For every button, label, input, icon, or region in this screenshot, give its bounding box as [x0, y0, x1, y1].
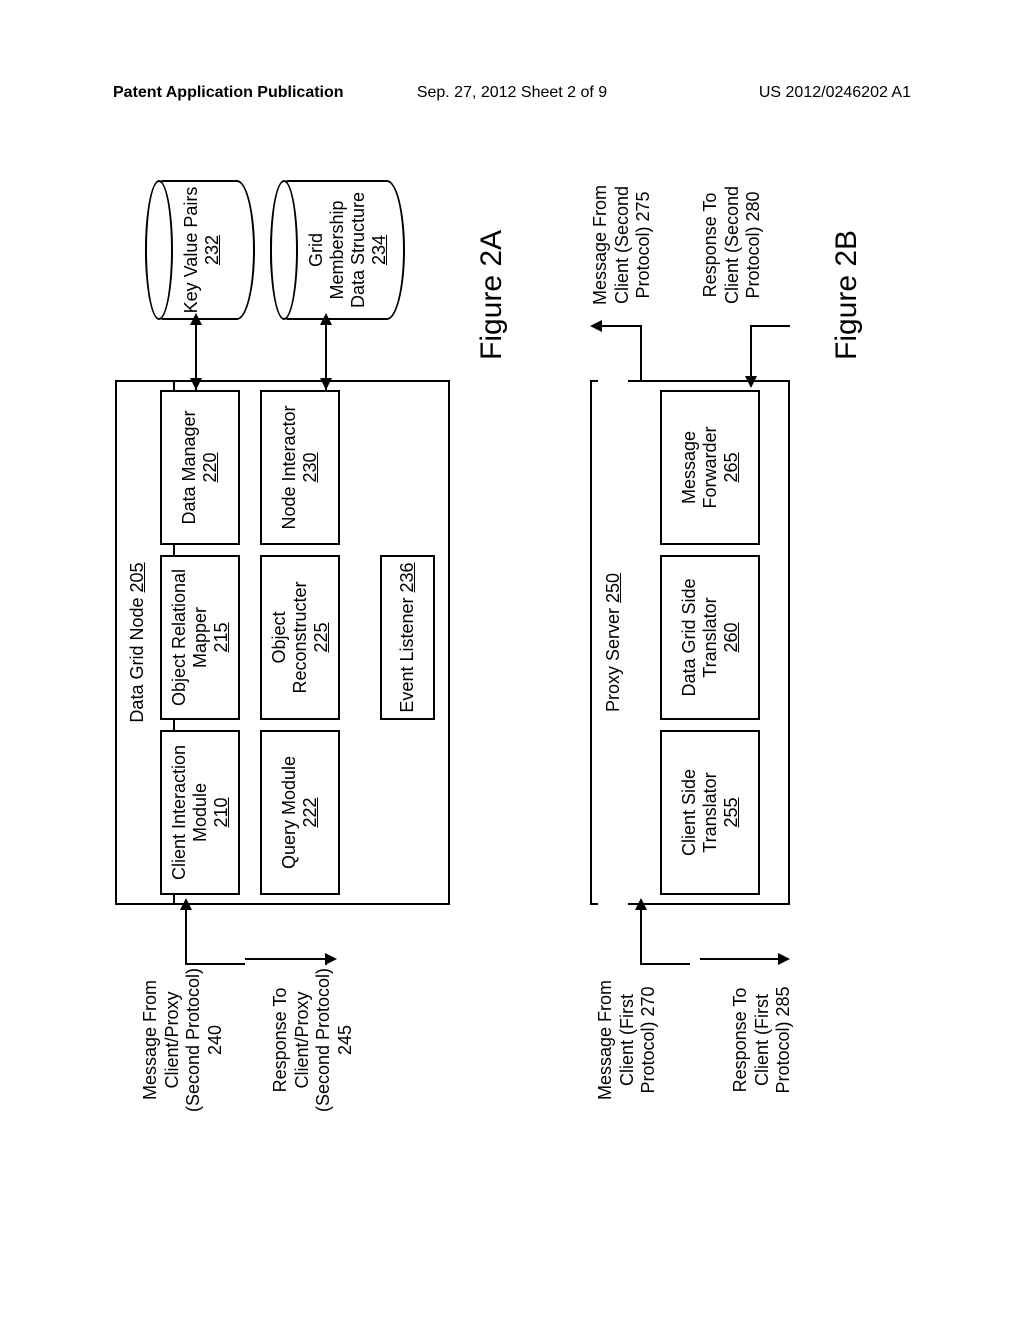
diagram-area: Data Grid Node 205 Client Interaction Mo…: [37, 233, 987, 1057]
arrow-head-icon: [325, 953, 337, 965]
data-manager-box: Data Manager 220: [160, 390, 240, 545]
arrow-figb-right-in-v: [750, 325, 790, 327]
arrow-head-icon: [180, 898, 192, 910]
arrow-resp-v: [245, 958, 327, 960]
page-header: Patent Application Publication Sep. 27, …: [0, 84, 1024, 108]
arrow-figb-left-in-v: [640, 963, 690, 965]
message-forwarder-box: Message Forwarder 265: [660, 390, 760, 545]
arrow-figb-left-in: [640, 905, 642, 965]
msg-from-client-proxy: Message From Client/Proxy (Second Protoc…: [140, 965, 226, 1115]
arrow-head-icon: [745, 376, 757, 388]
data-grid-side-translator-box: Data Grid Side Translator 260: [660, 555, 760, 720]
proxy-title: Proxy Server 250: [598, 380, 628, 905]
object-reconstructer-box: Object Reconstructer 225: [260, 555, 340, 720]
resp-to-client-second: Response To Client (Second Protocol) 280: [700, 170, 765, 320]
arrow-figb-right-in: [750, 325, 752, 380]
kv-storage: Key Value Pairs 232: [145, 180, 255, 320]
query-module-box: Query Module 222: [260, 730, 340, 895]
header-right: US 2012/0246202 A1: [759, 84, 911, 102]
arrow-head-icon: [590, 320, 602, 332]
arrow-head-icon: [190, 378, 202, 390]
arrow-head-icon: [320, 378, 332, 390]
client-interaction-box: Client Interaction Module 210: [160, 730, 240, 895]
arrow-msg-in-v: [185, 963, 245, 965]
msg-from-client-first: Message From Client (First Protocol) 270: [595, 965, 660, 1115]
arrow-figb-right-out-v: [600, 325, 642, 327]
resp-to-client-first: Response To Client (First Protocol) 285: [730, 965, 795, 1115]
arrow-figb-right-out: [640, 325, 642, 380]
event-listener-box: Event Listener 236: [380, 555, 435, 720]
orm-box: Object Relational Mapper 215: [160, 555, 240, 720]
node-interactor-box: Node Interactor 230: [260, 390, 340, 545]
arrow-head-icon: [778, 953, 790, 965]
grid-storage: Grid Membership Data Structure234: [270, 180, 405, 320]
arrow-head-icon: [190, 313, 202, 325]
figure-2b-label: Figure 2B: [830, 230, 864, 360]
resp-to-client-proxy: Response To Client/Proxy (Second Protoco…: [270, 965, 356, 1115]
arrow-msg-in: [185, 905, 187, 965]
arrow-head-icon: [320, 313, 332, 325]
client-side-translator-box: Client Side Translator 255: [660, 730, 760, 895]
arrow-figb-left-out-v: [700, 958, 780, 960]
figure-2a-label: Figure 2A: [475, 230, 509, 360]
msg-from-client-second: Message From Client (Second Protocol) 27…: [590, 170, 655, 320]
arrow-head-icon: [635, 898, 647, 910]
